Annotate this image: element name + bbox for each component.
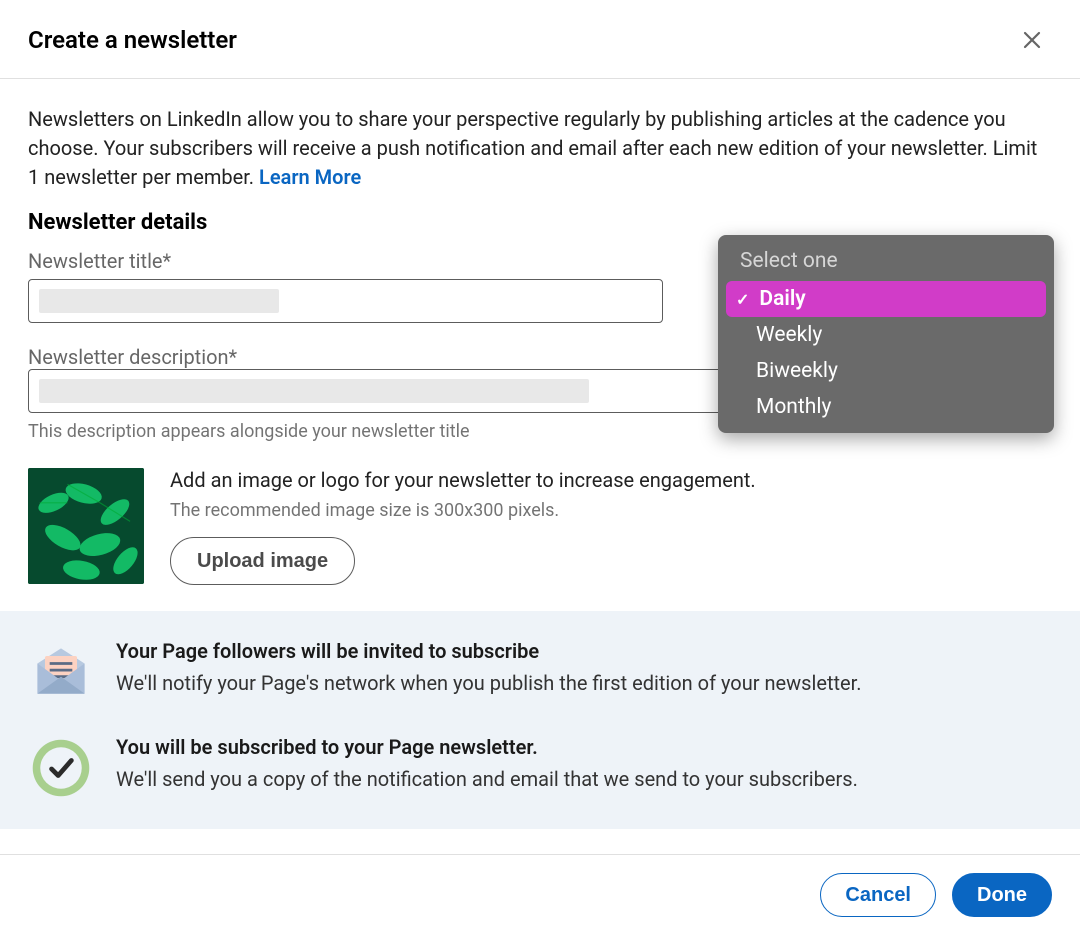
cadence-dropdown[interactable]: Select one Daily Weekly Biweekly Monthly (718, 235, 1054, 433)
modal-header: Create a newsletter (0, 0, 1080, 79)
info-item-followers-text: Your Page followers will be invited to s… (116, 639, 861, 695)
cadence-option-monthly[interactable]: Monthly (726, 389, 1046, 425)
info-item-followers-subtitle: We'll notify your Page's network when yo… (116, 671, 861, 695)
info-item-followers: Your Page followers will be invited to s… (28, 639, 1052, 705)
newsletter-title-group: Newsletter title* (28, 249, 663, 323)
modal-footer: Cancel Done (0, 854, 1080, 941)
info-item-followers-title: Your Page followers will be invited to s… (116, 639, 861, 663)
intro-copy: Newsletters on LinkedIn allow you to sha… (28, 107, 1037, 189)
envelope-icon (28, 639, 94, 705)
newsletter-details-heading: Newsletter details (28, 210, 1052, 235)
checkmark-circle-icon (28, 735, 94, 801)
info-box: Your Page followers will be invited to s… (0, 611, 1080, 829)
newsletter-title-input[interactable] (28, 279, 663, 323)
newsletter-description-label: Newsletter description* (28, 345, 237, 369)
title-cadence-row: Newsletter title* * Select one Daily Wee… (28, 249, 1052, 323)
learn-more-link[interactable]: Learn More (259, 165, 361, 189)
redacted-title-value (39, 289, 279, 313)
done-button[interactable]: Done (952, 873, 1052, 917)
newsletter-image-thumbnail[interactable] (28, 468, 144, 584)
info-item-subscribed-subtitle: We'll send you a copy of the notificatio… (116, 767, 858, 791)
modal-title: Create a newsletter (28, 26, 237, 54)
leaf-thumbnail-icon (28, 468, 144, 584)
image-upload-copy: Add an image or logo for your newsletter… (170, 468, 756, 585)
info-item-subscribed: You will be subscribed to your Page news… (28, 735, 1052, 801)
image-upload-title: Add an image or logo for your newsletter… (170, 468, 756, 492)
upload-image-button[interactable]: Upload image (170, 537, 355, 585)
create-newsletter-modal: Create a newsletter Newsletters on Linke… (0, 0, 1080, 941)
cancel-button[interactable]: Cancel (820, 873, 936, 917)
info-item-subscribed-text: You will be subscribed to your Page news… (116, 735, 858, 791)
cadence-dropdown-placeholder: Select one (726, 243, 1046, 281)
close-icon (1020, 28, 1044, 52)
newsletter-title-label: Newsletter title* (28, 249, 663, 273)
modal-body: Newsletters on LinkedIn allow you to sha… (0, 79, 1080, 611)
cadence-option-daily[interactable]: Daily (726, 281, 1046, 317)
close-button[interactable] (1012, 20, 1052, 60)
cadence-option-weekly[interactable]: Weekly (726, 317, 1046, 353)
image-upload-subtitle: The recommended image size is 300x300 pi… (170, 500, 756, 521)
intro-text: Newsletters on LinkedIn allow you to sha… (28, 105, 1052, 192)
info-item-subscribed-title: You will be subscribed to your Page news… (116, 735, 858, 759)
redacted-description-value (39, 379, 589, 403)
cadence-group: * Select one Daily Weekly Biweekly Month… (703, 249, 1052, 323)
cadence-option-biweekly[interactable]: Biweekly (726, 353, 1046, 389)
image-upload-row: Add an image or logo for your newsletter… (28, 468, 1052, 585)
